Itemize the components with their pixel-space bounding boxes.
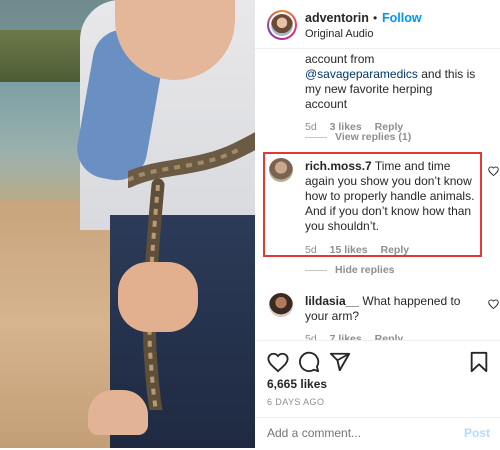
comment-3-text: lildasia__ What happened to your arm?	[305, 294, 477, 324]
post-photo[interactable]	[0, 0, 255, 448]
avatar-image	[271, 14, 293, 36]
comment-1-text: account from @savageparamedics and this …	[305, 52, 477, 112]
add-comment-input[interactable]	[267, 426, 427, 440]
commenter-3-avatar[interactable]	[269, 293, 293, 317]
comment-2-reply-button[interactable]: Reply	[380, 244, 409, 256]
comment-3: lildasia__ What happened to your arm? 5d…	[305, 294, 477, 345]
post-actions: 6,665 likes 6 DAYS AGO Post	[255, 340, 500, 449]
post-panel: adventorin • Follow Original Audio accou…	[255, 0, 500, 449]
comment-2-likes[interactable]: 15 likes	[330, 244, 368, 256]
post-date[interactable]: 6 DAYS AGO	[267, 397, 324, 407]
like-heart-icon[interactable]	[267, 351, 289, 373]
comment-2-age[interactable]: 5d	[305, 244, 317, 256]
post-header: adventorin • Follow Original Audio	[255, 0, 500, 49]
comment-3-heart-icon[interactable]	[488, 299, 499, 309]
author-username[interactable]: adventorin	[305, 11, 369, 25]
comment-icon[interactable]	[298, 351, 320, 373]
bookmark-icon[interactable]	[468, 351, 490, 373]
view-replies-button[interactable]: View replies (1)	[305, 131, 411, 143]
header-separator: •	[373, 11, 378, 25]
post-comment-button[interactable]: Post	[464, 426, 490, 440]
hide-replies-button[interactable]: Hide replies	[305, 264, 395, 276]
comment-2-meta: 5d 15 likes Reply	[305, 244, 477, 256]
comment-2-heart-icon[interactable]	[488, 166, 499, 176]
audio-label[interactable]: Original Audio	[305, 28, 374, 40]
mention-link[interactable]: @savageparamedics	[305, 67, 418, 81]
commenter-avatar[interactable]	[269, 158, 293, 182]
view-replies-label: View replies (1)	[335, 131, 412, 143]
author-avatar[interactable]	[267, 10, 297, 40]
comment-2-text: rich.moss.7 Time and time again you show…	[305, 159, 477, 234]
photo-hand	[118, 262, 198, 332]
comment-3-username[interactable]: lildasia__	[305, 294, 359, 308]
comment-2: rich.moss.7 Time and time again you show…	[305, 159, 477, 256]
add-comment-bar: Post	[255, 417, 500, 450]
share-icon[interactable]	[329, 351, 351, 373]
follow-button[interactable]: Follow	[382, 11, 422, 25]
comment-1-text-start: account from	[305, 52, 375, 66]
comment-1: account from @savageparamedics and this …	[305, 52, 477, 133]
replies-divider	[305, 136, 327, 138]
replies-divider-2	[305, 269, 327, 271]
hide-replies-label: Hide replies	[335, 264, 395, 276]
comment-2-username[interactable]: rich.moss.7	[305, 159, 372, 173]
likes-count[interactable]: 6,665 likes	[267, 377, 327, 391]
photo-foot	[88, 390, 148, 435]
photo-snake	[128, 132, 255, 410]
